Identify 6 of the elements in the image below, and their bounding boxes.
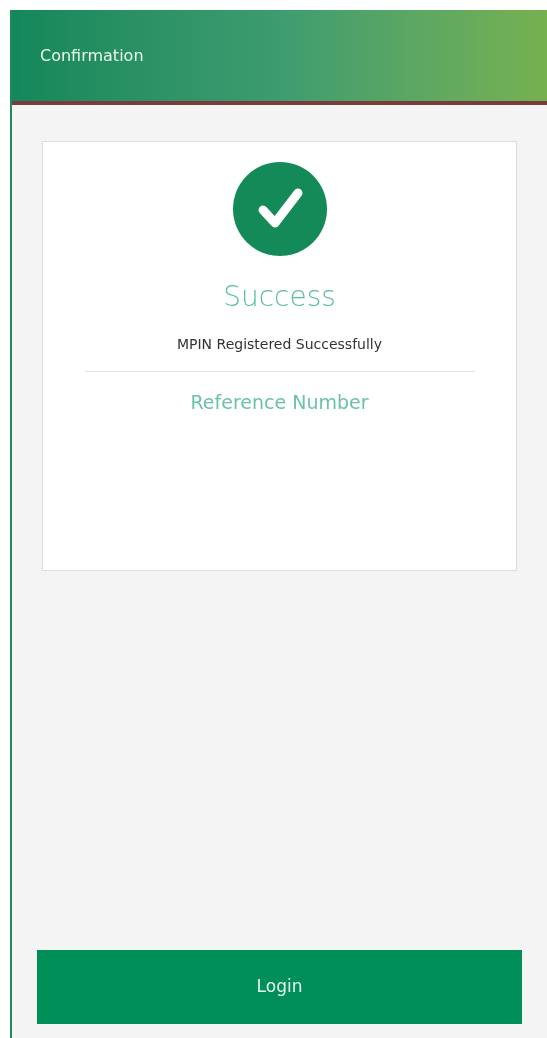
status-heading: Success: [223, 279, 336, 315]
page-title: Confirmation: [40, 44, 144, 67]
login-button[interactable]: Login: [37, 950, 522, 1024]
reference-label: Reference Number: [190, 390, 369, 415]
status-message: MPIN Registered Successfully: [176, 335, 383, 354]
checkmark-icon: [232, 162, 327, 256]
